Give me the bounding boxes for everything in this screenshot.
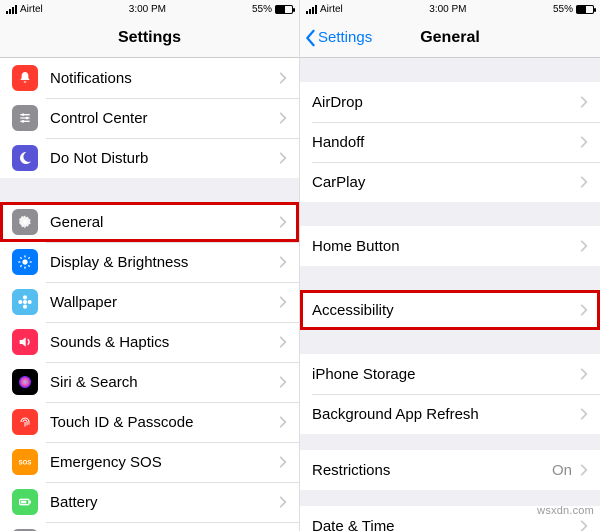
general-row-accessibility[interactable]: Accessibility <box>300 290 600 330</box>
back-button[interactable]: Settings <box>304 18 372 57</box>
battery-pct-label: 55% <box>252 4 272 15</box>
chevron-right-icon <box>279 415 287 429</box>
signal-icon <box>6 5 17 14</box>
chevron-right-icon <box>580 135 588 149</box>
sun-icon <box>12 249 38 275</box>
chevron-right-icon <box>580 303 588 317</box>
settings-row-dnd[interactable]: Do Not Disturb <box>0 138 299 178</box>
settings-row-general[interactable]: General <box>0 202 299 242</box>
status-bar: Airtel 3:00 PM 55% <box>0 0 299 18</box>
flower-icon <box>12 289 38 315</box>
chevron-right-icon <box>279 295 287 309</box>
chevron-right-icon <box>580 407 588 421</box>
general-row-restrictions[interactable]: RestrictionsOn <box>300 450 600 490</box>
row-label: AirDrop <box>312 94 580 111</box>
general-row-homebutton[interactable]: Home Button <box>300 226 600 266</box>
clock-label: 3:00 PM <box>429 4 466 15</box>
chevron-right-icon <box>279 255 287 269</box>
row-label: Date & Time <box>312 518 580 531</box>
settings-row-sounds[interactable]: Sounds & Haptics <box>0 322 299 362</box>
chevron-right-icon <box>279 495 287 509</box>
chevron-right-icon <box>580 175 588 189</box>
bell-icon <box>12 65 38 91</box>
general-row-airdrop[interactable]: AirDrop <box>300 82 600 122</box>
row-label: Control Center <box>50 110 279 127</box>
clock-label: 3:00 PM <box>129 4 166 15</box>
sliders-icon <box>12 105 38 131</box>
row-label: Background App Refresh <box>312 406 580 423</box>
general-row-storage[interactable]: iPhone Storage <box>300 354 600 394</box>
row-label: Home Button <box>312 238 580 255</box>
battery-pct-label: 55% <box>553 4 573 15</box>
row-label: Wallpaper <box>50 294 279 311</box>
status-bar: Airtel 3:00 PM 55% <box>300 0 600 18</box>
general-row-carplay[interactable]: CarPlay <box>300 162 600 202</box>
row-label: Sounds & Haptics <box>50 334 279 351</box>
row-label: iPhone Storage <box>312 366 580 383</box>
moon-icon <box>12 145 38 171</box>
nav-bar: Settings <box>0 18 299 58</box>
signal-icon <box>306 5 317 14</box>
settings-row-privacy[interactable]: Privacy <box>0 522 299 531</box>
chevron-right-icon <box>279 375 287 389</box>
row-label: General <box>50 214 279 231</box>
nav-bar: Settings General <box>300 18 600 58</box>
general-list[interactable]: AirDrop Handoff CarPlay Home Button Accessib… <box>300 58 600 531</box>
chevron-left-icon <box>304 29 316 47</box>
settings-row-siri[interactable]: Siri & Search <box>0 362 299 402</box>
settings-row-sos[interactable]: SOS Emergency SOS <box>0 442 299 482</box>
chevron-right-icon <box>279 335 287 349</box>
chevron-right-icon <box>580 367 588 381</box>
settings-row-battery[interactable]: Battery <box>0 482 299 522</box>
settings-row-control-center[interactable]: Control Center <box>0 98 299 138</box>
battery-icon <box>576 5 594 14</box>
chevron-right-icon <box>279 455 287 469</box>
battery-icon <box>275 5 293 14</box>
chevron-right-icon <box>279 111 287 125</box>
row-label: Touch ID & Passcode <box>50 414 279 431</box>
back-label: Settings <box>318 29 372 46</box>
settings-row-wallpaper[interactable]: Wallpaper <box>0 282 299 322</box>
page-title: General <box>420 29 480 47</box>
chevron-right-icon <box>580 95 588 109</box>
battery-icon <box>12 489 38 515</box>
row-label: CarPlay <box>312 174 580 191</box>
settings-row-notifications[interactable]: Notifications <box>0 58 299 98</box>
speaker-icon <box>12 329 38 355</box>
general-row-handoff[interactable]: Handoff <box>300 122 600 162</box>
svg-text:SOS: SOS <box>19 461 32 467</box>
chevron-right-icon <box>580 239 588 253</box>
row-detail: On <box>552 462 572 479</box>
row-label: Handoff <box>312 134 580 151</box>
chevron-right-icon <box>279 151 287 165</box>
row-label: Siri & Search <box>50 374 279 391</box>
row-label: Notifications <box>50 70 279 87</box>
row-label: Do Not Disturb <box>50 150 279 167</box>
settings-list[interactable]: Notifications Control Center Do Not Distur… <box>0 58 299 531</box>
settings-row-touchid[interactable]: Touch ID & Passcode <box>0 402 299 442</box>
row-label: Accessibility <box>312 302 580 319</box>
page-title: Settings <box>118 29 181 47</box>
general-row-datetime[interactable]: Date & Time <box>300 506 600 531</box>
siri-icon <box>12 369 38 395</box>
screenshot-settings-root: Airtel 3:00 PM 55% Settings Notification… <box>0 0 300 531</box>
fingerprint-icon <box>12 409 38 435</box>
chevron-right-icon <box>580 463 588 477</box>
gear-icon <box>12 209 38 235</box>
chevron-right-icon <box>279 71 287 85</box>
carrier-label: Airtel <box>320 4 343 15</box>
carrier-label: Airtel <box>20 4 43 15</box>
row-label: Restrictions <box>312 462 552 479</box>
chevron-right-icon <box>279 215 287 229</box>
row-label: Emergency SOS <box>50 454 279 471</box>
row-label: Battery <box>50 494 279 511</box>
settings-row-display[interactable]: Display & Brightness <box>0 242 299 282</box>
row-label: Display & Brightness <box>50 254 279 271</box>
chevron-right-icon <box>580 519 588 531</box>
general-row-bgrefresh[interactable]: Background App Refresh <box>300 394 600 434</box>
sos-icon: SOS <box>12 449 38 475</box>
screenshot-general: Airtel 3:00 PM 55% Settings General AirD… <box>300 0 600 531</box>
